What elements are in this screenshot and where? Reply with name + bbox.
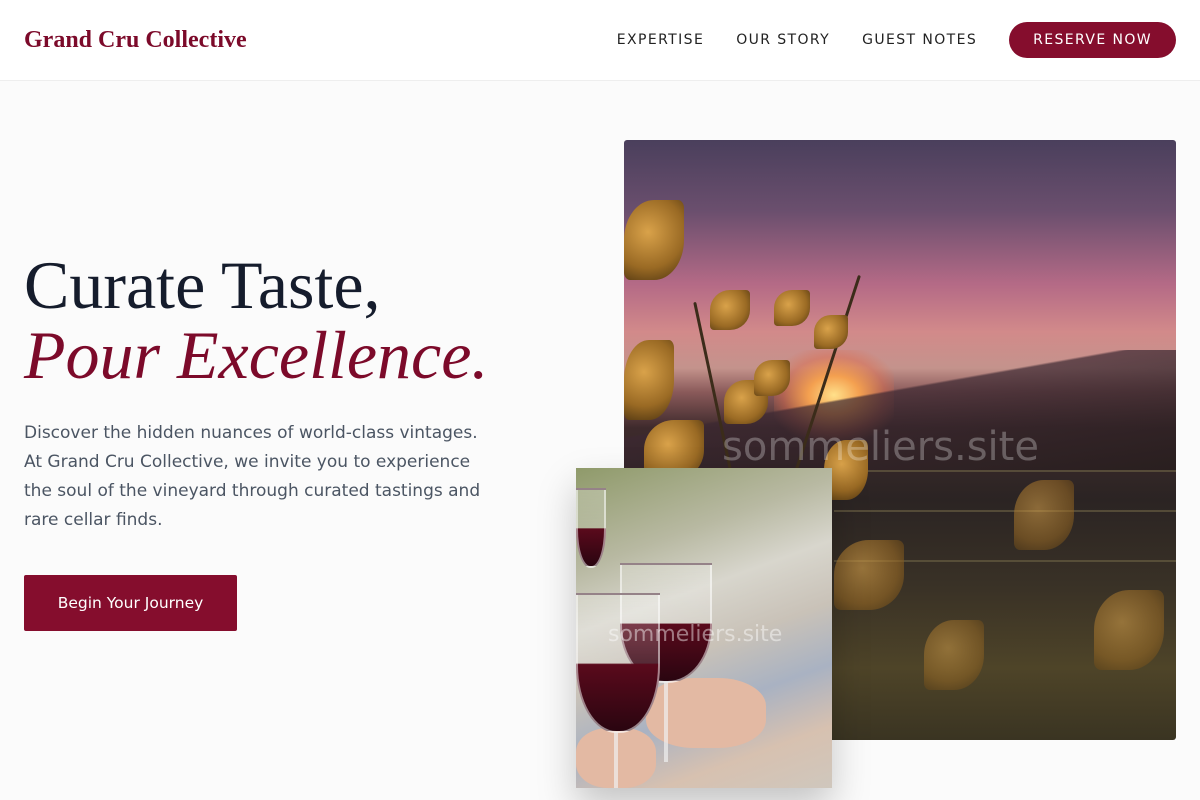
image-watermark: sommeliers.site xyxy=(608,622,783,647)
vine-leaf xyxy=(754,360,790,396)
vine-leaf xyxy=(624,340,674,420)
headline-line-1: Curate Taste, xyxy=(24,247,381,323)
wine-toast-image: sommeliers.site xyxy=(576,468,832,788)
nav-link-guest-notes[interactable]: GUEST NOTES xyxy=(862,22,977,58)
vine-leaf xyxy=(1014,480,1074,550)
hero-headline: Curate Taste, Pour Excellence. xyxy=(24,250,488,390)
brand-logo[interactable]: Grand Cru Collective xyxy=(24,26,247,54)
wine-glass-stem xyxy=(614,732,618,788)
vine-row xyxy=(834,510,1176,512)
begin-journey-button[interactable]: Begin Your Journey xyxy=(24,575,237,631)
nav-link-our-story[interactable]: OUR STORY xyxy=(736,22,830,58)
headline-line-2: Pour Excellence. xyxy=(24,317,489,393)
reserve-now-button[interactable]: RESERVE NOW xyxy=(1009,22,1176,58)
hero-description: Discover the hidden nuances of world-cla… xyxy=(24,423,481,530)
vine-leaf xyxy=(924,620,984,690)
main-nav: EXPERTISE OUR STORY GUEST NOTES RESERVE … xyxy=(617,22,1176,58)
vine-row xyxy=(834,470,1176,472)
image-watermark: sommeliers.site xyxy=(722,424,1039,470)
nav-link-expertise[interactable]: EXPERTISE xyxy=(617,22,704,58)
top-navbar: Grand Cru Collective EXPERTISE OUR STORY… xyxy=(0,0,1200,81)
vine-leaf xyxy=(1094,590,1164,670)
wine-glass-stem xyxy=(664,682,668,762)
wine-glass xyxy=(576,488,606,568)
vine-leaf xyxy=(814,315,848,349)
wine-glass xyxy=(576,593,660,733)
vine-leaf xyxy=(834,540,904,610)
vine-leaf xyxy=(624,200,684,280)
vine-leaf xyxy=(710,290,750,330)
vine-leaf xyxy=(774,290,810,326)
